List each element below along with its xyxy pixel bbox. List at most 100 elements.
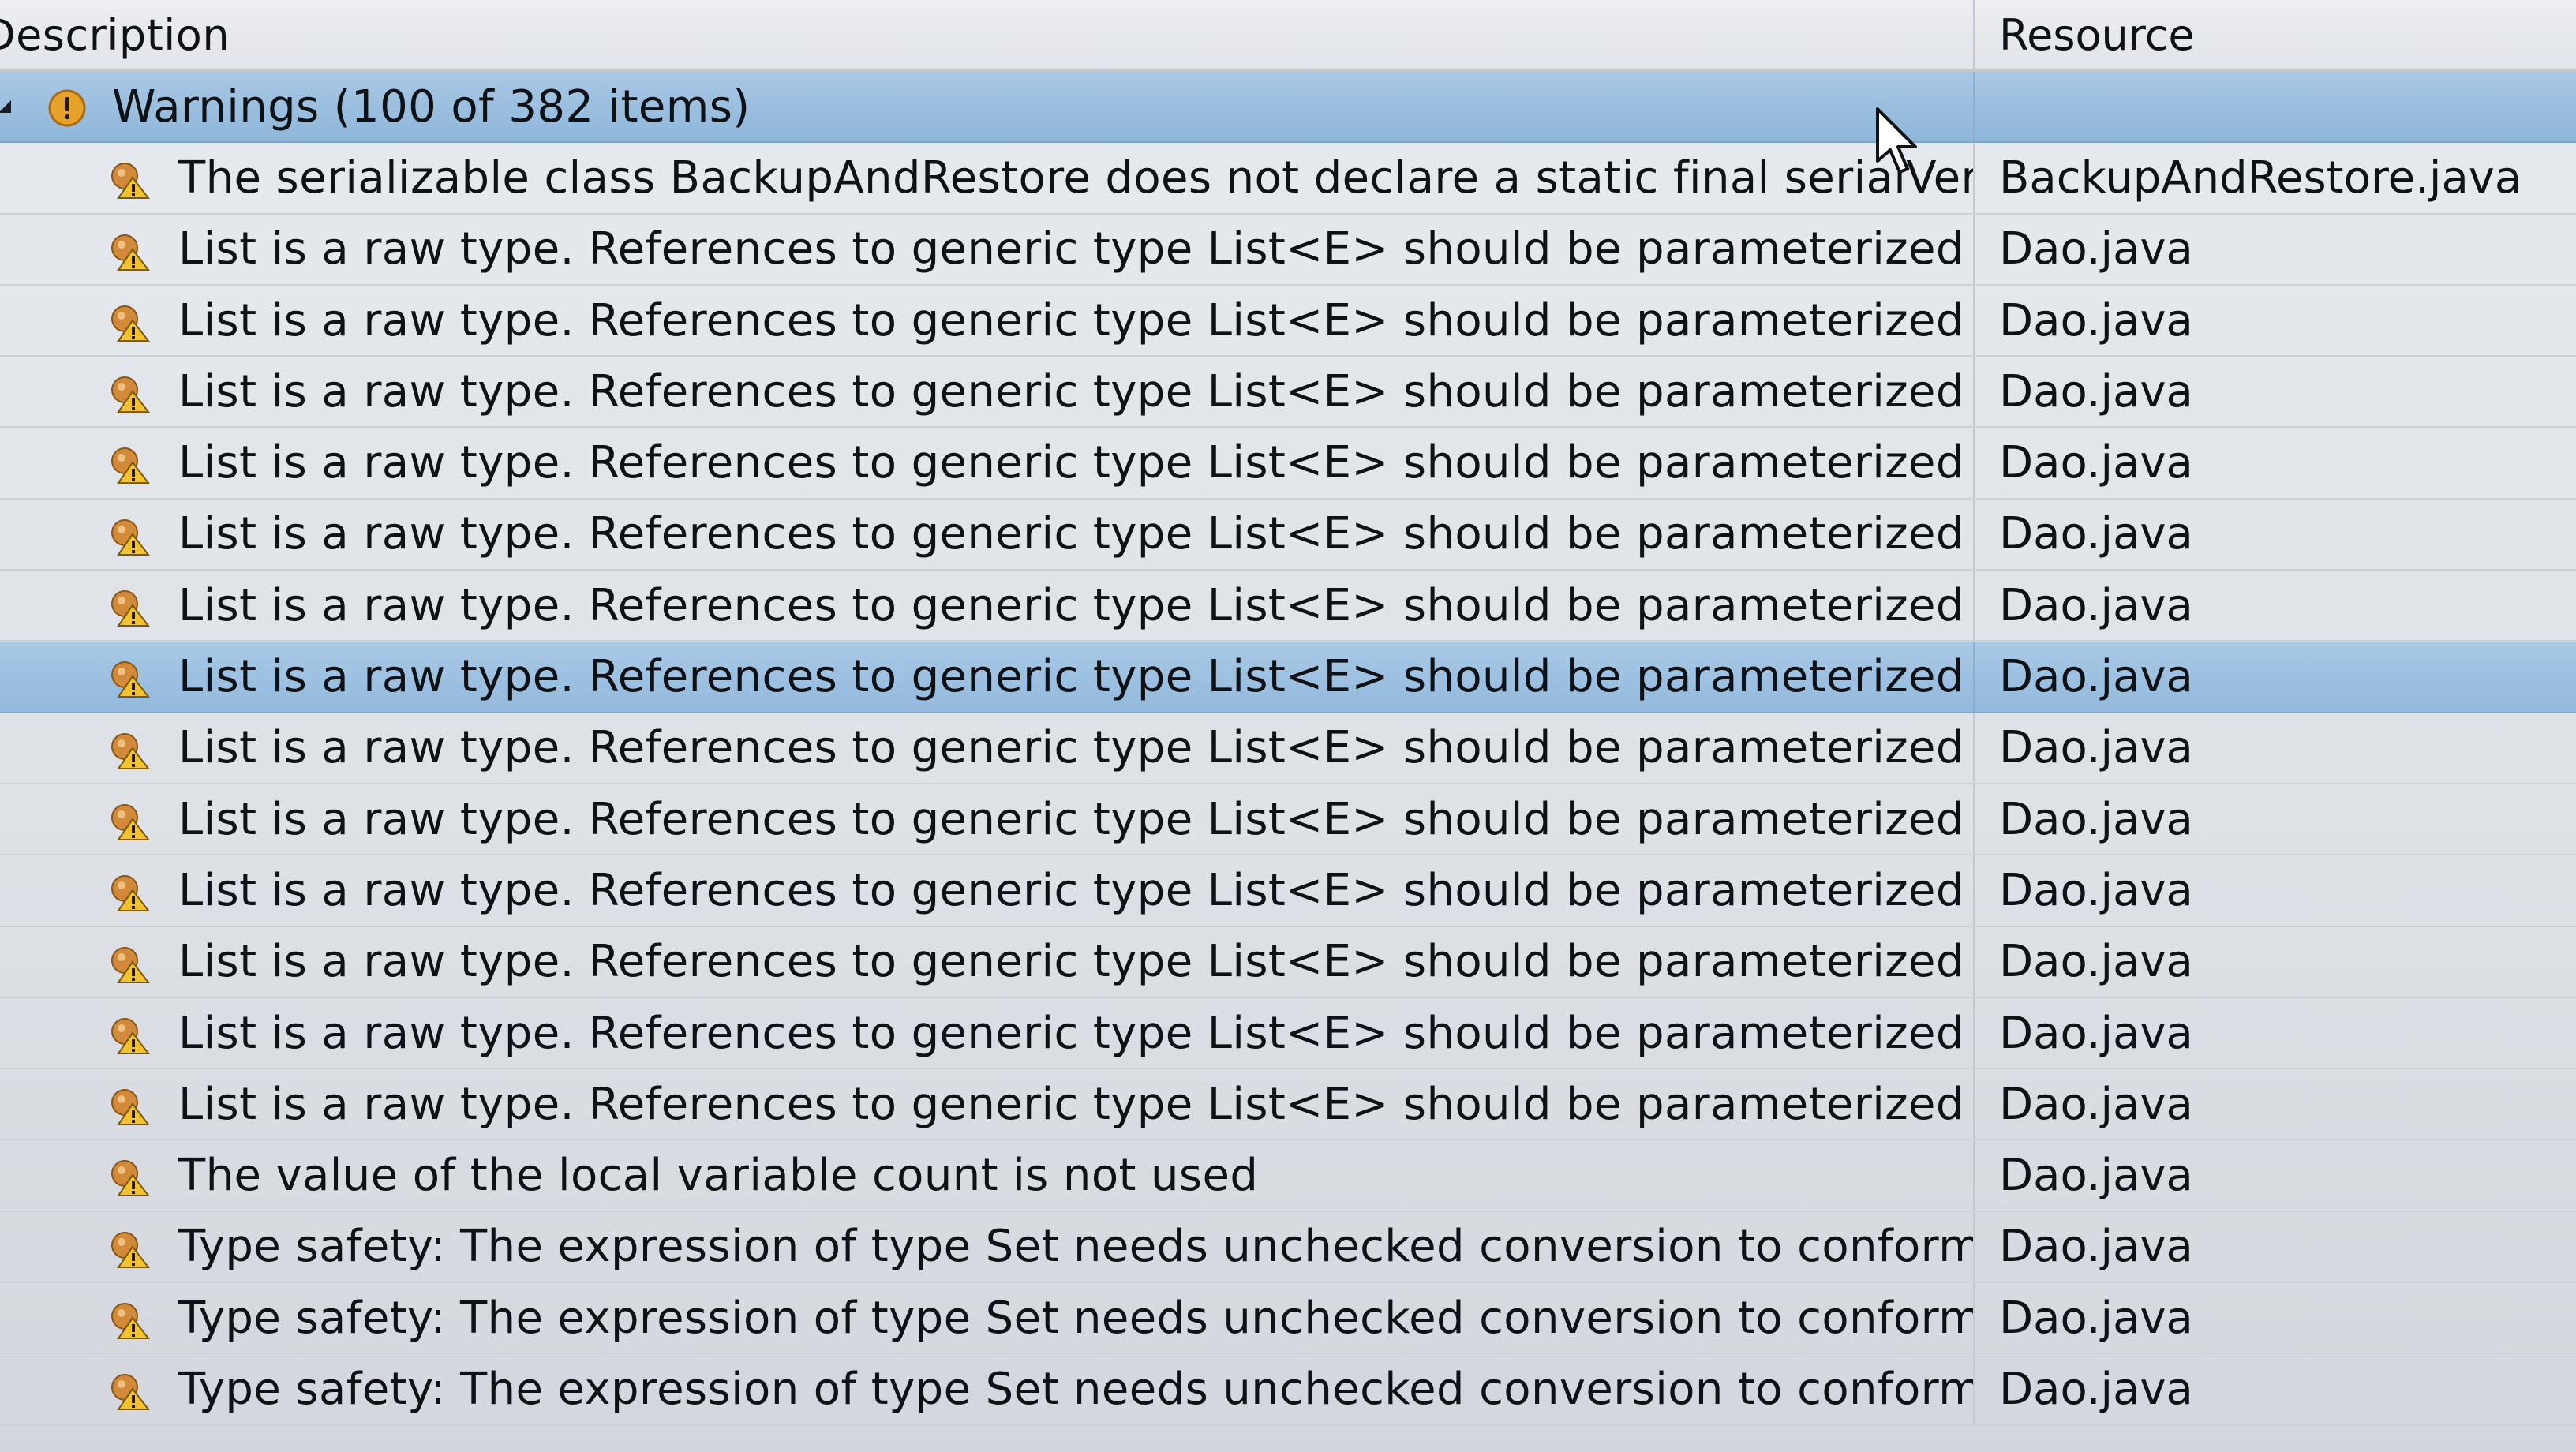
problem-description: List is a raw type. References to generi… — [178, 579, 1964, 631]
problem-row[interactable]: Type safety: The expression of type Set … — [0, 1211, 2576, 1284]
problem-row[interactable]: The value of the local variable count is… — [0, 1140, 2576, 1212]
problem-row[interactable]: The serializable class BackupAndRestore … — [0, 143, 2576, 215]
java-warning-icon — [111, 518, 150, 556]
group-label: Warnings (100 of 382 items) — [112, 80, 751, 133]
problem-resource: Dao.java — [1999, 1078, 2193, 1130]
problem-resource: Dao.java — [1999, 864, 2193, 916]
problems-view: Description Resource Warnings (100 of 38… — [0, 0, 2576, 1452]
problem-row[interactable]: List is a raw type. References to generi… — [0, 499, 2576, 571]
problem-row[interactable]: Type safety: The expression of type Set … — [0, 1354, 2576, 1426]
problem-description: List is a raw type. References to generi… — [178, 508, 1964, 560]
problem-row[interactable]: List is a raw type. References to generi… — [0, 214, 2576, 286]
problem-resource-cell: Dao.java — [1973, 499, 2576, 570]
problem-resource: Dao.java — [1999, 722, 2193, 774]
problems-table-body: Warnings (100 of 382 items) The serializ… — [0, 72, 2576, 1426]
problem-description-cell: List is a raw type. References to generi… — [0, 428, 1973, 497]
problem-description-cell: List is a raw type. References to generi… — [0, 571, 1973, 640]
java-warning-icon — [111, 1160, 150, 1197]
problem-description-cell: List is a raw type. References to generi… — [0, 855, 1973, 925]
problem-resource: Dao.java — [1999, 793, 2193, 845]
problem-row[interactable]: Type safety: The expression of type Set … — [0, 1283, 2576, 1355]
java-warning-icon — [111, 661, 150, 698]
problem-description-cell: List is a raw type. References to generi… — [0, 998, 1973, 1068]
java-warning-icon — [111, 376, 150, 414]
problem-description: Type safety: The expression of type Set … — [178, 1292, 1973, 1344]
problem-resource-cell: Dao.java — [1973, 428, 2576, 498]
java-warning-icon — [111, 875, 150, 912]
problem-row[interactable]: List is a raw type. References to generi… — [0, 642, 2576, 713]
problem-row[interactable]: List is a raw type. References to generi… — [0, 926, 2576, 998]
problem-description: The serializable class BackupAndRestore … — [178, 152, 1973, 204]
java-warning-icon — [111, 732, 150, 769]
problem-row[interactable]: List is a raw type. References to generi… — [0, 428, 2576, 500]
problem-description: List is a raw type. References to generi… — [178, 793, 1964, 845]
problem-resource-cell: Dao.java — [1973, 285, 2576, 356]
problem-description-cell: The value of the local variable count is… — [0, 1140, 1973, 1210]
warning-icon — [48, 89, 86, 127]
problem-description: Type safety: The expression of type Set … — [178, 1221, 1973, 1273]
problem-resource: Dao.java — [1999, 1363, 2193, 1415]
group-resource-cell — [1973, 72, 2576, 142]
problem-row[interactable]: List is a raw type. References to generi… — [0, 713, 2576, 784]
problem-resource: Dao.java — [1999, 936, 2193, 988]
problem-description: List is a raw type. References to generi… — [178, 864, 1964, 916]
table-header: Description Resource — [0, 0, 2576, 72]
problem-resource-cell: Dao.java — [1973, 926, 2576, 997]
problem-description-cell: Type safety: The expression of type Set … — [0, 1354, 1973, 1424]
problem-description-cell: List is a raw type. References to generi… — [0, 215, 1973, 284]
problem-resource: Dao.java — [1999, 1007, 2193, 1059]
problem-description: List is a raw type. References to generi… — [178, 294, 1964, 346]
java-warning-icon — [111, 803, 150, 840]
problem-row[interactable]: List is a raw type. References to generi… — [0, 285, 2576, 357]
problem-row[interactable]: List is a raw type. References to generi… — [0, 357, 2576, 428]
problem-resource-cell: Dao.java — [1973, 997, 2576, 1068]
problem-description: The value of the local variable count is… — [178, 1150, 1259, 1202]
column-header-description[interactable]: Description — [0, 0, 1971, 69]
problem-resource-cell: Dao.java — [1973, 571, 2576, 641]
java-warning-icon — [111, 946, 150, 983]
problem-resource-cell: BackupAndRestore.java — [1973, 143, 2576, 213]
java-warning-icon — [111, 447, 150, 485]
problem-description: List is a raw type. References to generi… — [178, 936, 1964, 988]
expand-chevron-icon[interactable] — [0, 97, 14, 116]
problem-row[interactable]: List is a raw type. References to generi… — [0, 571, 2576, 642]
problem-resource: Dao.java — [1999, 437, 2193, 489]
problem-resource: Dao.java — [1999, 579, 2193, 631]
problem-description: List is a raw type. References to generi… — [178, 437, 1964, 489]
problem-resource: Dao.java — [1999, 365, 2193, 417]
problem-resource: Dao.java — [1999, 1221, 2193, 1273]
column-header-resource[interactable]: Resource — [1973, 0, 2576, 69]
problem-description: List is a raw type. References to generi… — [178, 1007, 1964, 1059]
problem-row[interactable]: List is a raw type. References to generi… — [0, 784, 2576, 856]
problem-resource: Dao.java — [1999, 651, 2193, 703]
problem-description-cell: List is a raw type. References to generi… — [0, 500, 1973, 569]
column-header-description-label: Description — [0, 9, 230, 60]
problem-resource-cell: Dao.java — [1973, 1140, 2576, 1211]
problem-resource-cell: Dao.java — [1973, 1354, 2576, 1424]
problem-description: List is a raw type. References to generi… — [178, 651, 1964, 703]
problem-description: List is a raw type. References to generi… — [178, 223, 1964, 275]
problem-description-cell: List is a raw type. References to generi… — [0, 713, 1973, 783]
warnings-group-row[interactable]: Warnings (100 of 382 items) — [0, 72, 2576, 144]
problem-row[interactable]: List is a raw type. References to generi… — [0, 855, 2576, 927]
java-warning-icon — [111, 234, 150, 271]
problem-description-cell: List is a raw type. References to generi… — [0, 784, 1973, 854]
problem-resource: BackupAndRestore.java — [1999, 152, 2522, 204]
problem-resource-cell: Dao.java — [1973, 214, 2576, 284]
problem-description-cell: Type safety: The expression of type Set … — [0, 1283, 1973, 1353]
problem-resource-cell: Dao.java — [1973, 1211, 2576, 1282]
problem-resource-cell: Dao.java — [1973, 855, 2576, 926]
problem-row[interactable]: List is a raw type. References to generi… — [0, 997, 2576, 1070]
problem-description: List is a raw type. References to generi… — [178, 365, 1964, 417]
problem-row[interactable]: List is a raw type. References to generi… — [0, 1069, 2576, 1141]
problem-resource: Dao.java — [1999, 223, 2193, 275]
java-warning-icon — [111, 1303, 150, 1340]
problem-resource-cell: Dao.java — [1973, 642, 2576, 712]
problem-resource: Dao.java — [1999, 1292, 2193, 1344]
problem-resource: Dao.java — [1999, 294, 2193, 346]
problem-resource-cell: Dao.java — [1973, 713, 2576, 783]
column-header-resource-label: Resource — [1999, 9, 2195, 60]
problem-description-cell: List is a raw type. References to generi… — [0, 1069, 1973, 1139]
problem-description: Type safety: The expression of type Set … — [178, 1363, 1973, 1415]
problem-description-cell: The serializable class BackupAndRestore … — [0, 143, 1973, 212]
